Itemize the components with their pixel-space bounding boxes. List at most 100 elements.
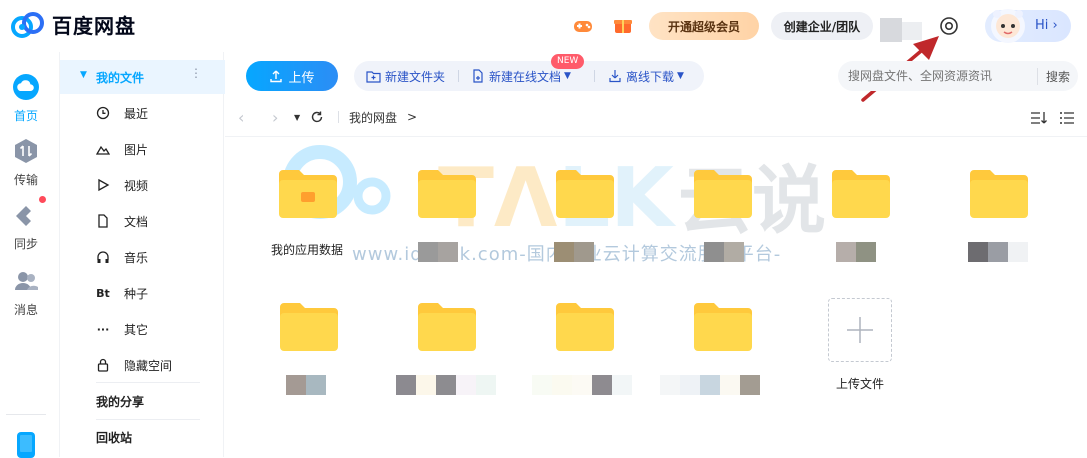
- sidebar-item-documents[interactable]: 文档: [60, 203, 225, 239]
- file-item[interactable]: [692, 168, 802, 288]
- forward-arrow-icon[interactable]: ›: [272, 108, 294, 127]
- offline-download-button[interactable]: 离线下载 ▼: [608, 61, 684, 91]
- dropdown-caret-icon: ▼: [564, 71, 571, 81]
- sidebar-root-label: 我的文件: [96, 71, 145, 85]
- new-folder-icon: [366, 70, 381, 83]
- sidebar-item-torrents[interactable]: Bt 种子: [60, 275, 225, 311]
- toolbar-actions: 新建文件夹 新建在线文档 ▼ 离线下载 ▼: [354, 61, 704, 91]
- left-rail: 首页 传输 同步 消息: [0, 52, 52, 458]
- breadcrumb: ‹ › ▼ 我的网盘 >: [238, 104, 417, 130]
- message-icon: [15, 272, 38, 290]
- folder-icon: [280, 303, 338, 351]
- upload-file-label: 上传文件: [836, 377, 885, 391]
- file-name-blurred: [532, 375, 632, 395]
- sort-icon[interactable]: [1030, 111, 1048, 125]
- folder-icon: [832, 170, 890, 218]
- hi-assistant-button[interactable]: Hi ›: [985, 9, 1071, 43]
- file-item[interactable]: [396, 301, 526, 421]
- history-dropdown-icon[interactable]: ▼: [294, 113, 310, 122]
- folder-icon: [694, 303, 752, 351]
- search-input[interactable]: [848, 69, 1028, 83]
- sidebar: ▼ 我的文件 ⋮ 最近 图片 视频 文档 音乐 Bt 种子 ··· 其它 隐藏空…: [59, 52, 225, 457]
- breadcrumb-separator: >: [407, 110, 418, 124]
- game-icon[interactable]: [572, 16, 594, 36]
- folder-icon: [694, 170, 752, 218]
- folder-icon: [556, 303, 614, 351]
- search-bar: 搜索: [838, 61, 1078, 91]
- file-name-blurred: [286, 375, 326, 395]
- file-name-blurred: [554, 242, 594, 262]
- rail-item-sync[interactable]: 同步: [0, 196, 52, 252]
- rail-item-home[interactable]: 首页: [0, 74, 52, 124]
- file-name-blurred: [418, 242, 458, 262]
- sidebar-item-recent[interactable]: 最近: [60, 95, 225, 131]
- search-button[interactable]: 搜索: [1036, 68, 1070, 85]
- dropdown-caret-icon: ▼: [677, 71, 684, 81]
- folder-icon: [556, 170, 614, 218]
- file-item-app-data[interactable]: 我的应用数据: [271, 168, 381, 288]
- rail-item-messages[interactable]: 消息: [0, 268, 52, 318]
- sidebar-item-videos[interactable]: 视频: [60, 167, 225, 203]
- folder-icon: [970, 170, 1028, 218]
- sidebar-item-hidden-space[interactable]: 隐藏空间: [60, 347, 225, 383]
- file-name: 我的应用数据: [271, 243, 344, 257]
- toolbar-divider: [594, 70, 595, 82]
- file-item[interactable]: [532, 301, 664, 421]
- document-icon: [98, 214, 108, 228]
- breadcrumb-root[interactable]: 我的网盘: [349, 109, 397, 126]
- file-item[interactable]: [968, 168, 1078, 288]
- sidebar-item-images[interactable]: 图片: [60, 131, 225, 167]
- file-item[interactable]: [278, 301, 388, 421]
- file-item[interactable]: [416, 168, 526, 288]
- sidebar-item-music[interactable]: 音乐: [60, 239, 225, 275]
- chevron-down-icon: ▼: [80, 70, 87, 80]
- sidebar-item-recycle-bin[interactable]: 回收站: [60, 419, 225, 455]
- upload-icon: [270, 70, 283, 83]
- file-item[interactable]: [554, 168, 664, 288]
- content-divider: [225, 136, 1087, 137]
- more-icon: ···: [96, 322, 110, 336]
- file-item[interactable]: [830, 168, 940, 288]
- file-item[interactable]: [660, 301, 802, 421]
- assistant-avatar-icon: [991, 9, 1025, 43]
- clock-icon: [96, 106, 110, 120]
- video-icon: [98, 178, 110, 192]
- breadcrumb-divider: [338, 111, 339, 123]
- vip-upgrade-button[interactable]: 开通超级会员: [649, 12, 759, 40]
- list-view-icon[interactable]: [1059, 111, 1075, 125]
- torrent-icon: Bt: [96, 286, 110, 300]
- file-name-blurred: [660, 375, 760, 395]
- lock-icon: [97, 358, 109, 372]
- file-name-blurred: [396, 375, 496, 395]
- new-badge: NEW: [551, 54, 585, 69]
- back-arrow-icon[interactable]: ‹: [238, 108, 272, 127]
- folder-icon: [418, 170, 476, 218]
- upload-drop-zone[interactable]: [828, 298, 892, 362]
- app-logo[interactable]: 百度网盘: [10, 10, 136, 39]
- sidebar-item-others[interactable]: ··· 其它: [60, 311, 225, 347]
- gift-icon[interactable]: [612, 14, 634, 36]
- refresh-icon[interactable]: [310, 110, 324, 124]
- hi-label: Hi ›: [1035, 18, 1058, 33]
- image-icon: [96, 145, 110, 155]
- toolbar-divider: [458, 70, 459, 82]
- sidebar-item-my-files[interactable]: ▼ 我的文件 ⋮: [60, 60, 225, 94]
- file-name-blurred: [968, 242, 1028, 262]
- sidebar-item-my-shares[interactable]: 我的分享: [60, 383, 225, 419]
- rail-item-transfer[interactable]: 传输: [0, 138, 52, 188]
- download-icon: [609, 70, 621, 83]
- upload-button[interactable]: 上传: [246, 61, 338, 91]
- phone-app-icon[interactable]: [16, 432, 36, 458]
- app-folder-icon: [279, 170, 337, 218]
- headphones-icon: [97, 251, 109, 263]
- file-name-blurred: [704, 242, 744, 262]
- folder-icon: [418, 303, 476, 351]
- file-name-blurred: [836, 242, 876, 262]
- rail-divider: [6, 414, 46, 415]
- logo-text: 百度网盘: [52, 14, 136, 38]
- more-options-icon[interactable]: ⋮: [190, 66, 202, 80]
- baidu-netdisk-logo-icon: [11, 11, 44, 38]
- upload-file-tile[interactable]: 上传文件: [828, 298, 938, 418]
- new-folder-button[interactable]: 新建文件夹: [366, 61, 445, 91]
- plus-icon: [847, 317, 873, 343]
